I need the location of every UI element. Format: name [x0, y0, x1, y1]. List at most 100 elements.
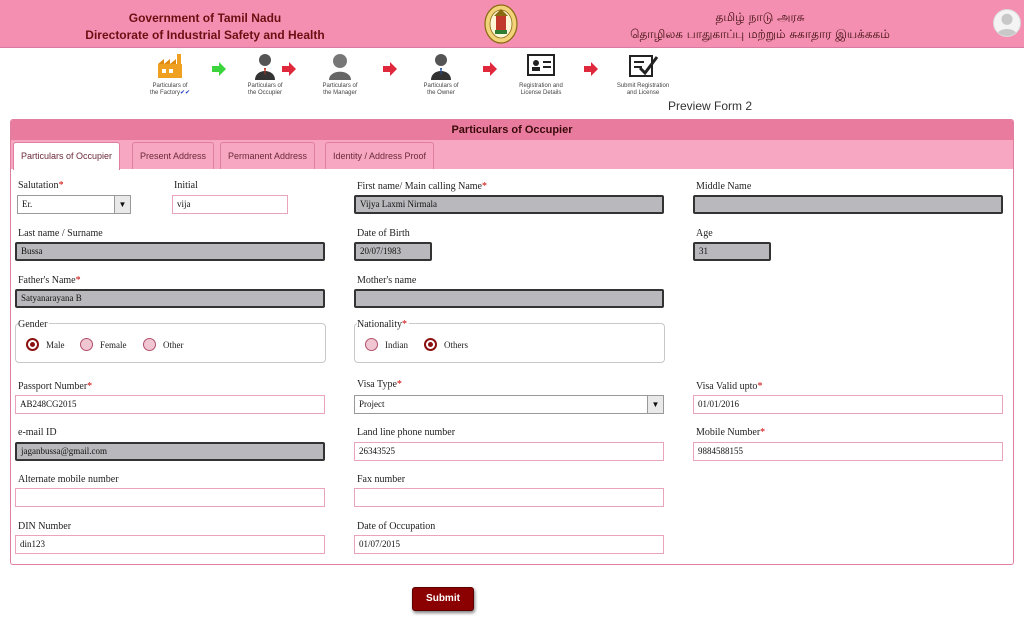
chevron-down-icon: ▼ [114, 196, 130, 213]
occupation-date-label: Date of Occupation [357, 521, 436, 532]
owner-icon [431, 54, 451, 80]
arrow-right-green-icon [212, 62, 226, 76]
visa-valid-label: Visa Valid upto* [696, 381, 763, 392]
gender-female-radio[interactable] [80, 338, 93, 351]
last-name-input[interactable]: Bussa [15, 242, 325, 261]
step-manager-label2: the Manager [323, 90, 357, 96]
chevron-down-icon: ▼ [647, 396, 663, 413]
nationality-label: Nationality* [357, 319, 409, 330]
dob-label: Date of Birth [357, 228, 410, 239]
panel-title: Particulars of Occupier [11, 120, 1013, 140]
email-input[interactable]: jaganbussa@gmail.com [15, 442, 325, 461]
din-label: DIN Number [18, 521, 72, 532]
middle-name-input[interactable] [693, 195, 1003, 214]
mother-name-input[interactable] [354, 289, 664, 308]
father-name-input[interactable]: Satyanarayana B [15, 289, 325, 308]
tn-emblem-icon [484, 4, 518, 44]
step-occupier-label2: the Occupier [247, 90, 283, 96]
registration-steps: Particulars of the Factory✔✔ Particulars… [0, 50, 1024, 110]
salutation-select[interactable]: Er. ▼ [17, 195, 131, 214]
tab-bar: Particulars of Occupier Present Address … [11, 140, 1013, 170]
age-label: Age [696, 228, 713, 239]
avatar-silhouette-icon [996, 13, 1018, 36]
arrow-right-red-icon [584, 62, 598, 76]
step-owner[interactable]: Particulars of the Owner [406, 52, 476, 97]
arrow-right-red-icon [282, 62, 296, 76]
step-registration[interactable]: Registration and License Details [506, 52, 576, 97]
factory-icon [158, 54, 182, 78]
header-bar: Government of Tamil Nadu Directorate of … [0, 0, 1024, 48]
step-owner-label2: the Owner [427, 90, 455, 96]
visa-type-select[interactable]: Project ▼ [354, 395, 664, 414]
step-submit-label2: and License [626, 90, 660, 96]
nationality-others-radio[interactable] [424, 338, 437, 351]
alt-mobile-label: Alternate mobile number [18, 474, 119, 485]
mobile-input[interactable]: 9884588155 [693, 442, 1003, 461]
alt-mobile-input[interactable] [15, 488, 325, 507]
step-manager[interactable]: Particulars of the Manager [305, 52, 375, 97]
passport-input[interactable]: AB248CG2015 [15, 395, 325, 414]
tamil-title: தமிழ் நாடு அரசு தொழிலக பாதுகாப்பு மற்றும… [560, 9, 960, 43]
person-icon [255, 54, 275, 80]
gender-male-label: Male [46, 340, 65, 350]
step-factory-label2: the Factory [149, 90, 180, 96]
arrow-right-red-icon [483, 62, 497, 76]
age-input[interactable]: 31 [693, 242, 771, 261]
initial-label: Initial [174, 180, 198, 191]
step-submit[interactable]: Submit Registration and License [608, 52, 678, 97]
tamil-title-line2: தொழிலக பாதுகாப்பு மற்றும் சுகாதார இயக்கக… [630, 27, 890, 41]
mother-name-label: Mother's name [357, 275, 417, 286]
gender-male-radio[interactable] [26, 338, 39, 351]
tamil-title-line1: தமிழ் நாடு அரசு [715, 10, 805, 24]
salutation-label: Salutation* [18, 180, 64, 191]
tab-present-address[interactable]: Present Address [132, 142, 215, 169]
passport-label: Passport Number* [18, 381, 93, 392]
dob-input[interactable]: 20/07/1983 [354, 242, 432, 261]
submit-button[interactable]: Submit [412, 587, 474, 611]
middle-name-label: Middle Name [696, 181, 752, 192]
first-name-input[interactable]: Vijya Laxmi Nirmala [354, 195, 664, 214]
step-manager-label1: Particulars of [322, 83, 358, 89]
email-label: e-mail ID [18, 427, 57, 438]
occupation-date-input[interactable]: 01/07/2015 [354, 535, 664, 554]
checkmark-document-icon [629, 55, 658, 77]
nationality-others-label: Others [444, 340, 468, 350]
step-owner-label1: Particulars of [423, 83, 459, 89]
manager-icon [329, 54, 351, 80]
nationality-indian-label: Indian [385, 340, 408, 350]
landline-label: Land line phone number [357, 427, 456, 438]
visa-type-value: Project [359, 399, 385, 409]
arrow-right-red-icon [383, 62, 397, 76]
user-avatar-icon[interactable] [993, 9, 1021, 37]
tab-identity-address-proof[interactable]: Identity / Address Proof [325, 142, 435, 169]
gender-other-label: Other [163, 340, 184, 350]
step-factory[interactable]: Particulars of the Factory✔✔ [135, 52, 205, 97]
din-input[interactable]: din123 [15, 535, 325, 554]
step-factory-checkmarks: ✔✔ [179, 90, 191, 96]
visa-type-label: Visa Type* [357, 379, 402, 390]
first-name-label: First name/ Main calling Name* [357, 181, 487, 192]
nationality-indian-radio[interactable] [365, 338, 378, 351]
gender-female-label: Female [100, 340, 127, 350]
initial-input[interactable]: vija [172, 195, 288, 214]
step-factory-label1: Particulars of [152, 83, 188, 89]
fax-label: Fax number [357, 474, 406, 485]
gender-label: Gender [18, 319, 50, 330]
govt-title-line1: Government of Tamil Nadu [128, 11, 282, 25]
preview-form-link[interactable]: Preview Form 2 [668, 99, 752, 113]
landline-input[interactable]: 26343525 [354, 442, 664, 461]
fax-input[interactable] [354, 488, 664, 507]
visa-valid-input[interactable]: 01/01/2016 [693, 395, 1003, 414]
tab-permanent-address[interactable]: Permanent Address [220, 142, 316, 169]
step-occupier-label1: Particulars of [247, 83, 283, 89]
step-registration-label2: License Details [520, 90, 562, 96]
govt-title: Government of Tamil Nadu Directorate of … [40, 10, 370, 44]
tab-particulars-of-occupier[interactable]: Particulars of Occupier [13, 142, 121, 170]
salutation-value: Er. [22, 199, 33, 209]
step-registration-label1: Registration and [519, 83, 563, 89]
gender-other-radio[interactable] [143, 338, 156, 351]
father-name-label: Father's Name* [18, 275, 81, 286]
last-name-label: Last name / Surname [18, 228, 103, 239]
id-card-icon [527, 54, 555, 76]
step-submit-label1: Submit Registration [616, 83, 670, 89]
